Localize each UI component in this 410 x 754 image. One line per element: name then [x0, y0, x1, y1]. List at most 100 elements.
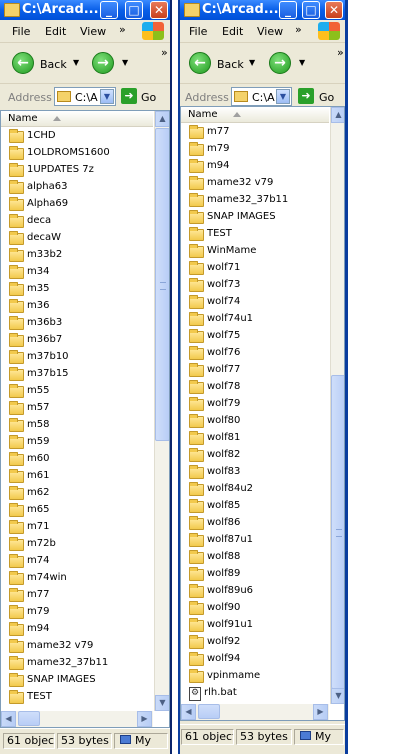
list-item-label: m79: [207, 143, 230, 154]
vertical-scrollbar[interactable]: ▲ ▼: [330, 107, 344, 704]
toolbar: ← Back ▼ → ▼ »: [0, 43, 170, 84]
address-input[interactable]: C:\A ▼: [54, 87, 116, 106]
scroll-up-icon[interactable]: ▲: [331, 107, 344, 123]
close-button[interactable]: ✕: [325, 1, 343, 19]
folder-icon: [9, 384, 24, 398]
folder-icon: [234, 91, 248, 102]
back-dropdown-icon[interactable]: ▼: [249, 58, 255, 67]
menu-file[interactable]: File: [12, 25, 30, 38]
file-list: Name m77 m79 m94 mame32 v79 mame32_37b11 SNAP…: [180, 106, 345, 721]
go-arrow-icon[interactable]: ➜: [121, 88, 137, 104]
list-item-label: wolf77: [207, 364, 241, 375]
menu-view[interactable]: View: [257, 25, 283, 38]
maximize-button[interactable]: □: [125, 1, 143, 19]
list-item-label: m65: [27, 504, 50, 515]
list-item-label: wolf76: [207, 347, 241, 358]
folder-icon: [9, 503, 24, 517]
go-button-label[interactable]: Go: [319, 91, 334, 104]
back-dropdown-icon[interactable]: ▼: [73, 58, 79, 67]
toolbar-overflow-chevron[interactable]: »: [337, 46, 344, 59]
scroll-left-icon[interactable]: ◀: [181, 704, 196, 720]
folder-icon: [9, 282, 24, 296]
horizontal-scroll-thumb[interactable]: [18, 711, 40, 726]
folder-icon: [9, 690, 24, 704]
folder-icon: [9, 588, 24, 602]
list-item-label: m77: [27, 589, 50, 600]
toolbar-overflow-chevron[interactable]: »: [161, 46, 168, 59]
address-dropdown-icon[interactable]: ▼: [276, 89, 290, 104]
column-header-name[interactable]: Name: [1, 111, 153, 127]
status-size: 53 bytes: [57, 733, 112, 749]
folder-icon: [9, 214, 24, 228]
list-item-label: wolf90: [207, 602, 241, 613]
folder-icon: [9, 571, 24, 585]
address-value: C:\A: [252, 91, 275, 104]
minimize-button[interactable]: _: [279, 1, 297, 19]
title-bar[interactable]: C:\Arcad... _ □ ✕: [0, 0, 170, 20]
scroll-down-icon[interactable]: ▼: [331, 688, 344, 704]
menu-overflow-chevron[interactable]: »: [119, 23, 126, 36]
menu-edit[interactable]: Edit: [222, 25, 243, 38]
menu-file[interactable]: File: [189, 25, 207, 38]
forward-arrow-icon[interactable]: →: [92, 52, 114, 74]
back-button-label[interactable]: Back: [217, 58, 244, 71]
vertical-scrollbar[interactable]: ▲ ▼: [154, 111, 169, 711]
folder-icon: [9, 180, 24, 194]
scroll-thumb[interactable]: [155, 128, 169, 441]
scroll-down-icon[interactable]: ▼: [155, 695, 169, 711]
column-header-name[interactable]: Name: [181, 107, 329, 123]
address-input[interactable]: C:\A ▼: [231, 87, 292, 106]
folder-icon: [189, 601, 204, 615]
folder-icon: [189, 635, 204, 649]
horizontal-scrollbar[interactable]: ◀ ▶: [181, 704, 329, 720]
list-item-label: m36: [27, 300, 50, 311]
list-item-label: wolf80: [207, 415, 241, 426]
go-button-label[interactable]: Go: [141, 91, 156, 104]
folder-icon: [9, 520, 24, 534]
explorer-window-right: C:\Arcad... _ □ ✕ File Edit View » ← Bac…: [178, 0, 348, 754]
folder-icon: [9, 367, 24, 381]
scroll-right-icon[interactable]: ▶: [137, 711, 152, 727]
list-item-label: mame32 v79: [207, 177, 274, 188]
folder-icon: [9, 435, 24, 449]
windows-logo-icon: [142, 22, 164, 40]
menu-edit[interactable]: Edit: [45, 25, 66, 38]
folder-icon: [189, 363, 204, 377]
close-button[interactable]: ✕: [150, 1, 168, 19]
forward-dropdown-icon[interactable]: ▼: [122, 58, 128, 67]
folder-icon: [189, 346, 204, 360]
menu-overflow-chevron[interactable]: »: [295, 23, 302, 36]
status-size: 53 bytes: [236, 729, 292, 745]
back-arrow-icon[interactable]: ←: [189, 52, 211, 74]
title-bar[interactable]: C:\Arcad... _ □ ✕: [180, 0, 345, 20]
horizontal-scroll-thumb[interactable]: [198, 704, 220, 719]
status-object-count: 61 objects: [3, 733, 55, 749]
toolbar: ← Back ▼ → ▼ »: [180, 43, 345, 84]
address-dropdown-icon[interactable]: ▼: [100, 89, 114, 104]
back-button-label[interactable]: Back: [40, 58, 67, 71]
folder-icon: [9, 605, 24, 619]
scroll-left-icon[interactable]: ◀: [1, 711, 16, 727]
back-arrow-icon[interactable]: ←: [12, 52, 34, 74]
menu-view[interactable]: View: [80, 25, 106, 38]
list-item-label: alpha63: [27, 181, 68, 192]
address-label: Address: [8, 91, 52, 104]
list-item-label: wolf86: [207, 517, 241, 528]
scroll-right-icon[interactable]: ▶: [313, 704, 328, 720]
scroll-thumb[interactable]: [331, 375, 344, 689]
list-item-label: rlh.bat: [204, 687, 237, 698]
scroll-up-icon[interactable]: ▲: [155, 111, 169, 127]
go-arrow-icon[interactable]: ➜: [298, 88, 314, 104]
my-computer-icon: [120, 735, 131, 744]
column-name-label: Name: [188, 109, 218, 120]
list-item-label: decaW: [27, 232, 62, 243]
forward-dropdown-icon[interactable]: ▼: [299, 58, 305, 67]
maximize-button[interactable]: □: [302, 1, 320, 19]
minimize-button[interactable]: _: [100, 1, 118, 19]
folder-icon: [189, 465, 204, 479]
horizontal-scrollbar[interactable]: ◀ ▶: [1, 711, 153, 727]
forward-arrow-icon[interactable]: →: [269, 52, 291, 74]
status-location: My: [114, 733, 168, 749]
list-item-label: m61: [27, 470, 50, 481]
status-location-label: My: [315, 730, 332, 743]
